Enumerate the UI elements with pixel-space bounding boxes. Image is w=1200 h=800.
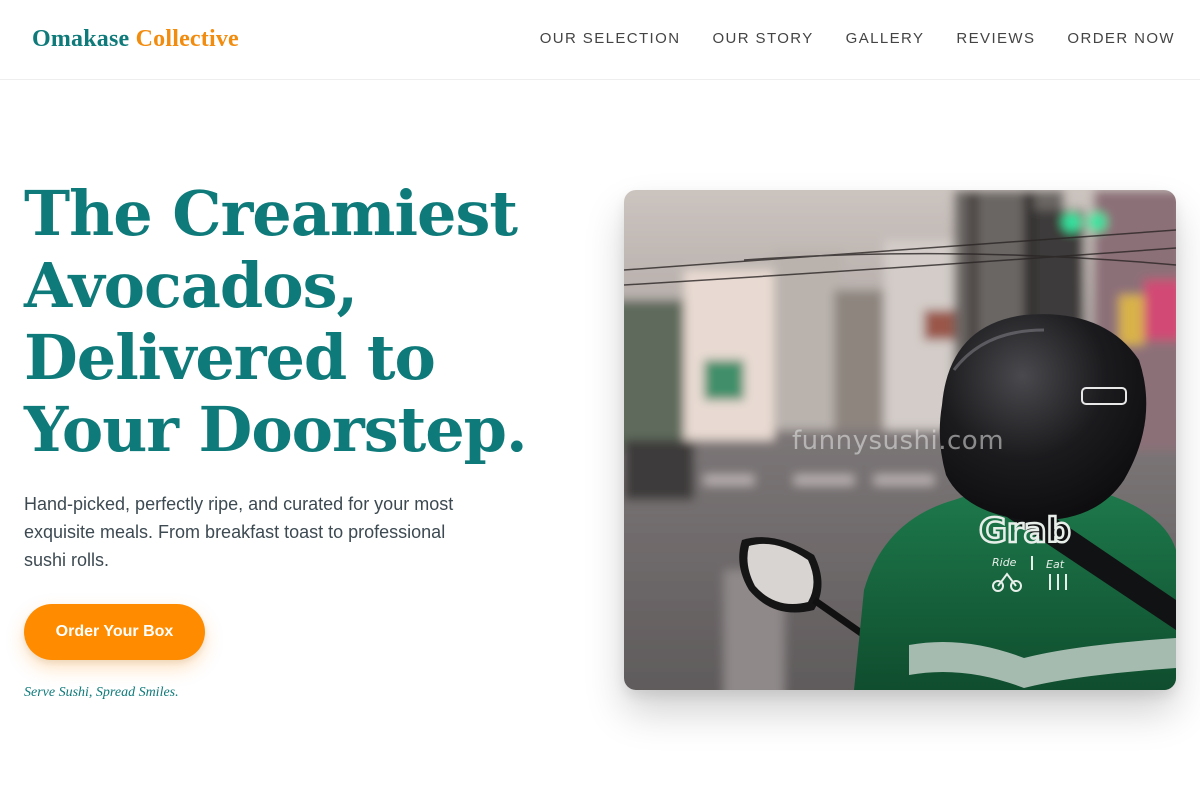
hero-description: Hand-picked, perfectly ripe, and curated… [24, 494, 454, 570]
headline-line-3: Delivered to [24, 321, 436, 394]
nav-link-reviews[interactable]: REVIEWS [956, 30, 1035, 47]
delivery-rider-photo: Grab Ride Eat funnysushi.com [624, 190, 1176, 690]
headline-line-1: The Creamiest [24, 177, 518, 250]
site-header: Omakase Collective OUR SELECTION OUR STO… [0, 0, 1200, 80]
jacket-ride-text: Ride [992, 556, 1017, 569]
brand-name-part1: Omakase [32, 26, 130, 52]
headline-line-2: Avocados, [24, 249, 358, 322]
nav-link-our-selection[interactable]: OUR SELECTION [540, 30, 681, 47]
brand-name-part2: Collective [135, 26, 239, 52]
headline-line-4: Your Doorstep. [24, 393, 528, 466]
main-nav: OUR SELECTION OUR STORY GALLERY REVIEWS … [540, 30, 1175, 47]
brand-logo[interactable]: Omakase Collective [32, 26, 239, 53]
hero-tagline: Serve Sushi, Spread Smiles. [24, 685, 179, 700]
jacket-logo-text: Grab [979, 511, 1071, 551]
photo-watermark: funnysushi.com [792, 426, 1005, 456]
nav-link-order-now[interactable]: ORDER NOW [1067, 30, 1175, 47]
nav-link-our-story[interactable]: OUR STORY [712, 30, 813, 47]
order-your-box-button[interactable]: Order Your Box [24, 604, 205, 660]
jacket-eat-text: Eat [1046, 558, 1065, 571]
hero-headline: The Creamiest Avocados, Delivered to You… [24, 178, 584, 466]
nav-link-gallery[interactable]: GALLERY [846, 30, 925, 47]
